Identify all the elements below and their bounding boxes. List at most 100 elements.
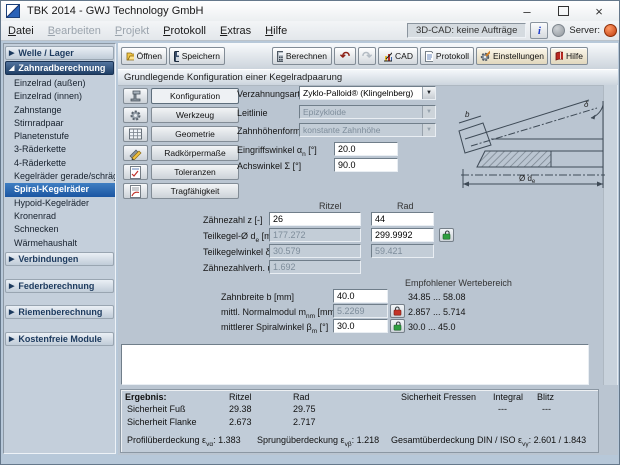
calculate-label: Berechnen: [285, 51, 327, 61]
window-frame: [1, 455, 619, 464]
info-button[interactable]: i: [530, 22, 549, 39]
toleranzen-icon[interactable]: [123, 164, 148, 180]
open-folder-icon: [126, 52, 134, 61]
sidebar-item-3-raederkette[interactable]: 3-Räderkette: [5, 143, 115, 156]
spiralwinkel-lock-button[interactable]: [390, 319, 405, 333]
eingriffswinkel-input[interactable]: 20.0: [334, 142, 398, 156]
menu-datei[interactable]: Datei: [1, 22, 41, 41]
tab-toleranzen[interactable]: Toleranzen: [151, 164, 239, 180]
tragfaehigkeit-icon[interactable]: [123, 183, 148, 199]
tab-geometrie[interactable]: Geometrie: [151, 126, 239, 142]
save-button[interactable]: Speichern: [169, 47, 225, 65]
undo-button[interactable]: ↶: [334, 47, 356, 65]
verzahnungsart-select[interactable]: Zyklo-Palloid® (Klingelnberg) ▼: [299, 86, 436, 100]
chevron-right-icon: ▶: [9, 255, 15, 263]
settings-label: Einstellungen: [492, 51, 544, 61]
zaehnezahl-rad-input[interactable]: 44: [371, 212, 434, 226]
group-label: Kostenfreie Module: [18, 334, 102, 344]
menu-extras[interactable]: Extras: [213, 22, 258, 41]
diagram-de-label: Ø de: [519, 174, 536, 185]
help-button[interactable]: Hilfe: [550, 47, 588, 65]
sidebar-item-einzelrad-aussen[interactable]: Einzelrad (außen): [5, 77, 115, 90]
settings-button[interactable]: Einstellungen: [476, 47, 548, 65]
results-col-integral: Integral: [493, 392, 524, 402]
window-controls: – ×: [509, 1, 617, 21]
chevron-right-icon: ▶: [9, 49, 15, 57]
zahnbreite-range: 34.85 ... 58.08: [408, 292, 466, 302]
achswinkel-input[interactable]: 90.0: [334, 158, 398, 172]
normalmodul-lock-button[interactable]: [390, 304, 405, 318]
results-title: Ergebnis:: [125, 392, 167, 402]
save-floppy-icon: [174, 50, 179, 62]
konfiguration-icon[interactable]: [123, 88, 148, 104]
sidebar-group-federberechnung[interactable]: ▶ Federberechnung: [5, 279, 114, 293]
cad-button[interactable]: CAD: [378, 47, 418, 65]
help-label: Hilfe: [565, 51, 583, 61]
teilkegel-lock-button[interactable]: [439, 228, 454, 242]
zahnbreite-input[interactable]: 40.0: [333, 289, 388, 303]
protocol-label: Protokoll: [435, 51, 469, 61]
redo-icon: ↷: [361, 49, 373, 63]
sidebar-group-zahnradberechnung[interactable]: ◢ Zahnradberechnung: [5, 61, 114, 75]
dropdown-arrow-icon[interactable]: ▼: [422, 87, 435, 99]
leitlinie-label: Leitlinie: [237, 108, 268, 118]
werkzeug-icon[interactable]: [123, 107, 148, 123]
maximize-button[interactable]: [545, 1, 581, 21]
zaehnezahl-ritzel-input[interactable]: 26: [269, 212, 361, 226]
result-fuss-rad: 29.75: [293, 404, 316, 414]
normalmodul-field: 5.2269: [333, 304, 388, 318]
results-col-ritzel: Ritzel: [229, 392, 252, 402]
menu-hilfe[interactable]: Hilfe: [258, 22, 294, 41]
open-button[interactable]: Öffnen: [121, 47, 167, 65]
help-book-icon: [555, 51, 563, 61]
group-label: Welle / Lager: [18, 48, 74, 58]
spiralwinkel-input[interactable]: 30.0: [333, 319, 388, 333]
sidebar-item-einzelrad-innen[interactable]: Einzelrad (innen): [5, 90, 115, 103]
group-label: Zahnradberechnung: [18, 63, 106, 73]
spiralwinkel-label: mittlerer Spiralwinkel βm [°]: [221, 322, 329, 335]
tab-werkzeug[interactable]: Werkzeug: [151, 107, 239, 123]
sidebar-item-planetenstufe[interactable]: Planetenstufe: [5, 130, 115, 143]
sidebar-item-waermehaushalt[interactable]: Wärmehaushalt: [5, 237, 115, 250]
tab-konfiguration[interactable]: Konfiguration: [151, 88, 239, 104]
cad-status-box: 3D-CAD: keine Aufträge: [406, 23, 527, 38]
result-row-label: Sicherheit Fuß: [127, 404, 186, 414]
chevron-expanded-icon: ◢: [9, 64, 15, 72]
sidebar-group-welle-lager[interactable]: ▶ Welle / Lager: [5, 46, 114, 60]
protocol-button[interactable]: Protokoll: [420, 47, 474, 65]
menu-protokoll[interactable]: Protokoll: [156, 22, 213, 41]
radkoerpermasse-icon[interactable]: [123, 145, 148, 161]
sidebar-group-verbindungen[interactable]: ▶ Verbindungen: [5, 252, 114, 266]
minimize-button[interactable]: –: [509, 1, 545, 21]
group-label: Verbindungen: [18, 254, 79, 264]
sidebar-item-kronenrad[interactable]: Kronenrad: [5, 210, 115, 223]
sidebar-item-stirnradpaar[interactable]: Stirnradpaar: [5, 117, 115, 130]
title-bar: TBK 2014 - GWJ Technology GmbH – ×: [1, 1, 619, 22]
close-button[interactable]: ×: [581, 1, 617, 21]
geometrie-icon[interactable]: [123, 126, 148, 142]
sidebar-group-kostenfreie-module[interactable]: ▶ Kostenfreie Module: [5, 332, 114, 346]
diagram-delta-label: δ: [584, 100, 589, 109]
leitlinie-select: Epizykloide ▼: [299, 105, 436, 119]
sidebar-item-zahnstange[interactable]: Zahnstange: [5, 104, 115, 117]
results-col-rad: Rad: [293, 392, 310, 402]
zahnbreite-label: Zahnbreite b [mm]: [221, 292, 295, 302]
sidebar-item-4-raederkette[interactable]: 4-Räderkette: [5, 157, 115, 170]
sidebar-item-list: Einzelrad (außen) Einzelrad (innen) Zahn…: [5, 77, 115, 250]
column-header-ritzel: Ritzel: [319, 201, 342, 211]
tab-radkoerpermasse[interactable]: Radkörpermaße: [151, 145, 239, 161]
teilkegel-rad-input[interactable]: 299.9992: [371, 228, 434, 242]
sidebar-item-spiral-kegelraeder[interactable]: Spiral-Kegelräder: [5, 183, 115, 197]
sidebar-group-riemenberechnung[interactable]: ▶ Riemenberechnung: [5, 305, 114, 319]
calculate-button[interactable]: Berechnen: [272, 47, 332, 65]
zahnhoehenform-value: konstante Zahnhöhe: [303, 125, 381, 135]
sidebar-item-kegelraeder-gerade[interactable]: Kegelräder gerade/schräg: [5, 170, 115, 183]
tab-tragfaehigkeit[interactable]: Tragfähigkeit: [151, 183, 239, 199]
section-title: Grundlegende Konfiguration einer Kegelra…: [124, 72, 343, 83]
sidebar-item-schnecken[interactable]: Schnecken: [5, 223, 115, 236]
zaehnezahlverh-field: 1.692: [269, 260, 361, 274]
diagram-b-label: b: [465, 110, 470, 119]
sidebar-item-hypoid-kegelraeder[interactable]: Hypoid-Kegelräder: [5, 197, 115, 210]
group-label: Riemenberechnung: [18, 307, 103, 317]
lock-red-icon: [393, 306, 402, 316]
